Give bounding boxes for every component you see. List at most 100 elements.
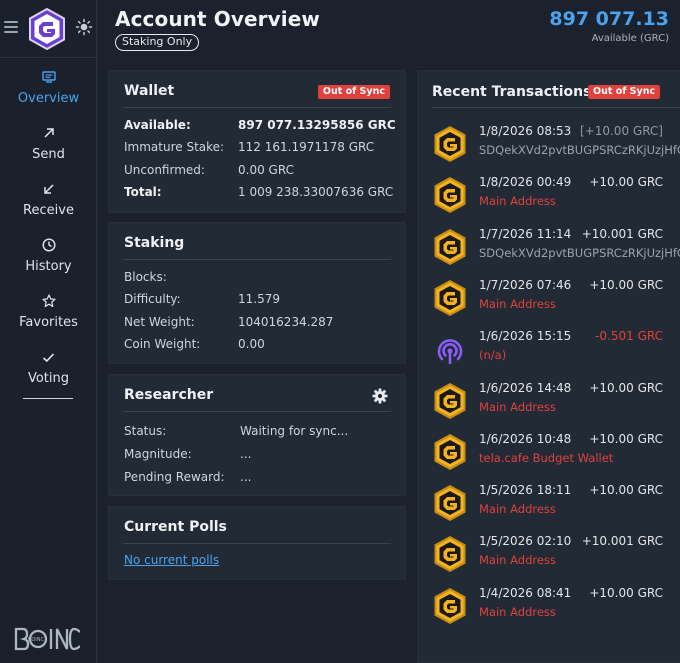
check-icon: [0, 346, 97, 368]
wallet-title: Wallet: [124, 83, 175, 99]
transaction-address: SDQekXVd2pvtBUGPSRCzRKjUzjHfG: [479, 143, 680, 157]
transaction-amount: [+10.00 GRC]: [579, 124, 663, 138]
row-value: 1 009 238.33007636 GRC: [238, 185, 394, 199]
sidebar-item-label: Voting: [27, 371, 70, 386]
gridcoin-coin-icon: [433, 228, 467, 266]
transaction-row[interactable]: 1/7/2026 11:14 +10.001 GRC SDQekXVd2pvtBUG…: [418, 226, 680, 274]
transaction-row[interactable]: 1/8/2026 00:49 +10.00 GRC Main Address: [418, 174, 680, 222]
available-balance-label: Available (GRC): [591, 33, 669, 44]
row-value: ...: [240, 470, 252, 484]
gridcoin-coin-icon: [433, 484, 467, 522]
transaction-date: 1/8/2026 00:49: [479, 175, 572, 190]
broadcast-icon: [433, 330, 467, 368]
sidebar-item-favorites[interactable]: Favorites: [0, 290, 97, 346]
row-label: Net Weight:: [124, 315, 195, 329]
sidebar-nav: Overview Send Receive History Favorites: [0, 66, 97, 399]
sidebar-item-overview[interactable]: Overview: [0, 66, 97, 122]
row-value: 104016234.287: [238, 315, 334, 329]
transaction-date: 1/7/2026 11:14: [479, 226, 572, 241]
row-value: 0.00 GRC: [238, 163, 294, 177]
hamburger-menu-icon[interactable]: [4, 21, 18, 33]
clock-icon: [0, 234, 97, 256]
transaction-date: 1/6/2026 10:48: [479, 431, 572, 446]
sidebar-item-voting[interactable]: Voting: [0, 346, 97, 402]
staking-card: Staking Blocks: Difficulty: 11.579 Net W…: [108, 222, 406, 364]
no-current-polls-link[interactable]: No current polls: [124, 553, 219, 567]
row-value: 11.579: [238, 292, 280, 306]
transaction-date: 1/7/2026 07:46: [479, 277, 572, 292]
transaction-amount: +10.00 GRC: [589, 431, 663, 446]
transaction-address: SDQekXVd2pvtBUGPSRCzRKjUzjHfG: [479, 245, 680, 260]
gridcoin-coin-icon: [433, 535, 467, 573]
row-label: Blocks:: [124, 270, 167, 284]
transaction-row[interactable]: 1/8/2026 08:53 [+10.00 GRC] SDQekXVd2pvtBU…: [418, 123, 680, 171]
current-polls-card: Current Polls No current polls: [108, 506, 406, 580]
gridcoin-coin-icon: [433, 382, 467, 420]
row-label: Total:: [124, 185, 162, 199]
transaction-date: 1/5/2026 02:10: [479, 534, 572, 549]
transaction-row[interactable]: 1/6/2026 14:48 +10.00 GRC Main Address: [418, 380, 680, 428]
staking-mode-badge: Staking Only: [115, 34, 200, 51]
gridcoin-coin-icon: [433, 587, 467, 625]
transaction-amount: +10.00 GRC: [589, 380, 663, 395]
researcher-settings-gear-icon[interactable]: [372, 388, 388, 404]
gridcoin-coin-icon: [433, 279, 467, 317]
sidebar-item-history[interactable]: History: [0, 234, 97, 290]
transaction-address: tela.cafe Budget Wallet: [479, 450, 614, 465]
transaction-row[interactable]: 1/6/2026 15:15 -0.501 GRC (n/a): [418, 328, 680, 376]
transaction-amount: +10.001 GRC: [581, 226, 663, 241]
receive-arrow-icon: [0, 178, 97, 200]
gridcoin-coin-icon: [433, 125, 467, 163]
sidebar-item-label: Receive: [23, 203, 74, 218]
boinc-logo-icon[interactable]: BOINC: [14, 625, 80, 653]
sidebar-item-receive[interactable]: Receive: [0, 178, 97, 234]
transaction-row[interactable]: 1/5/2026 02:10 +10.001 GRC Main Address: [418, 533, 680, 581]
sidebar-header: [0, 0, 97, 58]
transaction-row[interactable]: 1/6/2026 10:48 +10.00 GRC tela.cafe Budget…: [418, 431, 680, 479]
divider: [123, 107, 391, 108]
row-value: Waiting for sync...: [240, 424, 349, 438]
transaction-address: Main Address: [479, 604, 556, 619]
transaction-address: Main Address: [479, 399, 556, 414]
divider: [123, 543, 391, 544]
wallet-sync-status-badge: Out of Sync: [317, 85, 390, 99]
gridcoin-logo-icon: [29, 8, 65, 50]
row-value: ...: [240, 447, 252, 461]
divider: [123, 259, 391, 260]
wallet-card: Wallet Out of Sync Available: 897 077.13…: [108, 70, 406, 213]
row-value: 0.00: [238, 337, 265, 351]
polls-title: Current Polls: [124, 519, 227, 535]
gridcoin-coin-icon: [433, 176, 467, 214]
sidebar: Overview Send Receive History Favorites: [0, 0, 97, 663]
transaction-amount: +10.00 GRC: [589, 585, 663, 600]
row-label: Unconfirmed:: [124, 163, 205, 177]
gridcoin-coin-icon: [433, 433, 467, 471]
transaction-date: 1/6/2026 15:15: [479, 329, 572, 344]
divider: [123, 411, 391, 412]
recent-transactions-panel: Recent Transactions Out of Sync 1/8/2026…: [417, 70, 680, 663]
transaction-date: 1/6/2026 14:48: [479, 380, 572, 395]
sidebar-item-label: Send: [32, 147, 65, 162]
transaction-date: 1/8/2026 08:53: [479, 124, 572, 138]
page-title: Account Overview: [115, 7, 320, 31]
row-label: Coin Weight:: [124, 337, 201, 351]
transaction-date: 1/4/2026 08:41: [479, 585, 572, 600]
row-label: Magnitude:: [124, 447, 192, 461]
transaction-amount: +10.00 GRC: [589, 175, 663, 190]
row-label: Pending Reward:: [124, 470, 225, 484]
row-value: 897 077.13295856 GRC: [238, 118, 396, 132]
theme-toggle-icon[interactable]: [75, 18, 93, 36]
transactions-title: Recent Transactions: [432, 84, 592, 100]
overview-icon: [0, 66, 97, 88]
sidebar-item-label: Favorites: [19, 315, 78, 330]
divider: [432, 107, 680, 108]
transaction-row[interactable]: 1/7/2026 07:46 +10.00 GRC Main Address: [418, 277, 680, 325]
transaction-address: Main Address: [479, 502, 556, 517]
transaction-row[interactable]: 1/5/2026 18:11 +10.00 GRC Main Address: [418, 482, 680, 530]
star-icon: [0, 290, 97, 312]
sidebar-item-send[interactable]: Send: [0, 122, 97, 178]
transaction-row[interactable]: 1/4/2026 08:41 +10.00 GRC Main Address: [418, 585, 680, 633]
sidebar-item-label: History: [25, 259, 72, 274]
staking-title: Staking: [124, 235, 185, 251]
transaction-address: (n/a): [479, 348, 507, 363]
